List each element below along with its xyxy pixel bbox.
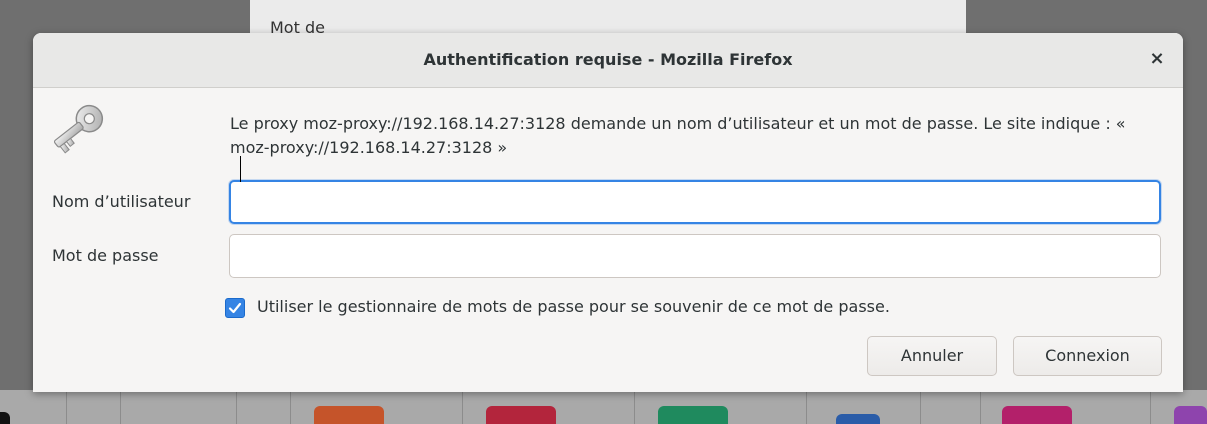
dock-separator xyxy=(920,392,921,424)
auth-dialog: Authentification requise - Mozilla Firef… xyxy=(33,33,1183,392)
dock-separator xyxy=(1150,392,1151,424)
dock-app-icon[interactable] xyxy=(658,406,728,424)
key-icon xyxy=(53,103,115,163)
text-caret xyxy=(240,156,241,182)
dock-app-icon[interactable] xyxy=(1002,406,1072,424)
username-input[interactable] xyxy=(229,180,1161,224)
dock-separator xyxy=(462,392,463,424)
connect-button[interactable]: Connexion xyxy=(1013,336,1162,376)
username-label: Nom d’utilisateur xyxy=(52,192,191,211)
cancel-button[interactable]: Annuler xyxy=(867,336,997,376)
remember-checkbox[interactable] xyxy=(225,298,245,318)
dock-app-icon[interactable] xyxy=(486,406,556,424)
dock-app-icon[interactable] xyxy=(314,406,384,424)
dock-separator xyxy=(634,392,635,424)
dock-app-icon[interactable] xyxy=(1174,406,1207,424)
password-input[interactable] xyxy=(229,234,1161,278)
dock-separator xyxy=(806,392,807,424)
dock-edge-item xyxy=(0,412,10,424)
dock-separator xyxy=(290,392,291,424)
dock-app-icon[interactable] xyxy=(836,414,880,424)
dock-separator xyxy=(66,392,67,424)
auth-message: Le proxy moz-proxy://192.168.14.27:3128 … xyxy=(230,114,1126,157)
dock-separator xyxy=(236,392,237,424)
dock-separator xyxy=(980,392,981,424)
checkmark-icon xyxy=(228,302,242,314)
password-label: Mot de passe xyxy=(52,246,159,265)
close-button[interactable]: × xyxy=(1145,47,1169,71)
close-icon: × xyxy=(1149,48,1165,69)
remember-label[interactable]: Utiliser le gestionnaire de mots de pass… xyxy=(257,297,890,316)
dialog-title: Authentification requise - Mozilla Firef… xyxy=(423,50,793,69)
dialog-titlebar: Authentification requise - Mozilla Firef… xyxy=(33,33,1183,88)
dock-separator xyxy=(120,392,121,424)
